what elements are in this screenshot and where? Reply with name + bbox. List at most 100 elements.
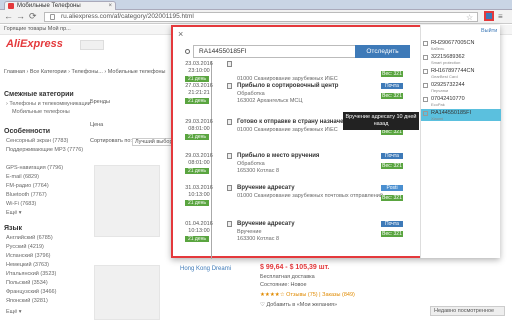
saved-tracks-panel: Выйти RH290677005CN Кабель 32215689362 Smar… (420, 25, 501, 258)
event-date: 27.03.2016 (185, 83, 213, 89)
event-days-badge: 21 день (185, 168, 209, 174)
track-number-input[interactable]: RA144550185FI (193, 45, 358, 58)
parcel-icon (423, 69, 428, 74)
feature-filter[interactable]: Wi-Fi (7683) (6, 201, 36, 207)
feature-filter[interactable]: FM-радио (7764) (6, 183, 49, 189)
back-icon[interactable]: ← (4, 12, 13, 21)
url-text: ru.aliexpress.com/af/category/202001195.… (61, 13, 194, 20)
browser-tabstrip: Мобильные Телефоны × (0, 0, 512, 10)
language-filter[interactable]: Французский (3466) (6, 289, 56, 295)
event-location: 165300 Котлас 8 (237, 168, 280, 174)
language-filter[interactable]: Немецкий (3763) (6, 262, 49, 268)
event-location: 01000 Сканирование зарубежных И\ЕС (237, 76, 338, 82)
event-date: 29.03.2016 (185, 153, 213, 159)
breadcrumb: Главная › Все Категории › Телефоны... › … (4, 69, 166, 75)
tracking-event: 27.03.2016 21:21:21 21 день Прибыло в сорти… (181, 83, 403, 113)
parcel-icon (227, 221, 232, 227)
language-filter[interactable]: Японский (3281) (6, 298, 48, 304)
parcel-icon (423, 97, 428, 102)
category-link[interactable]: Мобильные телефоны (12, 109, 70, 115)
event-time: 10:13:00 (188, 228, 210, 234)
aliexpress-logo[interactable]: AliExpress (6, 38, 63, 50)
language-filter[interactable]: Итальянский (3523) (6, 271, 56, 277)
language-heading: Язык (4, 225, 22, 232)
language-more-link[interactable]: Ещё ▾ (6, 309, 22, 315)
saved-track-item[interactable]: 07042410770 EcoPak (421, 95, 501, 107)
store-link[interactable]: Hong Kong Dreami (180, 266, 231, 272)
track-caption: Smart protection (431, 60, 461, 65)
wishlist-link[interactable]: ♡ Добавить в «Мои желания» (260, 302, 337, 308)
browser-tab[interactable]: Мобильные Телефоны × (4, 1, 116, 10)
event-location: 163002 Архангельск МСЦ (237, 98, 303, 104)
track-caption: Кабель (431, 46, 445, 51)
forward-icon[interactable]: → (16, 12, 25, 21)
track-button[interactable]: Отследить (355, 45, 410, 58)
related-categories-heading: Смежные категории (4, 91, 74, 98)
parcel-icon (227, 61, 232, 67)
feature-filter[interactable]: Bluetooth (7767) (6, 192, 47, 198)
category-link[interactable]: › Телефоны и телекоммуникации (6, 101, 91, 107)
event-title: Прибыло в место вручения (237, 153, 320, 159)
weight-badge: Вес: 321 гр. (381, 71, 403, 83)
bookmark-star-icon[interactable]: ☆ (466, 13, 473, 22)
weight-badge: Вес: 321 гр. (381, 231, 403, 243)
saved-track-item[interactable]: RH290677005CN Кабель (421, 39, 501, 51)
weight-badge: Вес: 321 гр. (381, 163, 403, 175)
event-date: 31.03.2016 (185, 185, 213, 191)
close-icon[interactable]: × (178, 29, 183, 39)
language-filter[interactable]: Английский (6785) (6, 235, 53, 241)
search-icon (185, 49, 190, 54)
language-filter[interactable]: Русский (4219) (6, 244, 44, 250)
tab-title: Мобильные Телефоны (17, 3, 81, 9)
reload-icon[interactable]: ⟳ (29, 12, 37, 21)
product-image[interactable] (94, 165, 160, 237)
tab-close-icon[interactable]: × (108, 2, 112, 10)
saved-track-item[interactable]: RA144550185FI Xiaomi (421, 109, 501, 121)
event-time: 21:21:21 (188, 90, 210, 96)
weight-badge: Вес: 321 гр. (381, 195, 403, 207)
saved-track-item[interactable]: 32215689362 Smart protection (421, 53, 501, 65)
event-title: Готово к отправке в страну назначения (237, 119, 355, 125)
feature-filter[interactable]: Сенсорный экран (7783) (6, 138, 68, 144)
event-title: Прибыло в сортировочный центр (237, 83, 339, 89)
carrier-tag: Почта России (381, 153, 403, 165)
feature-filter[interactable]: GPS-навигация (7796) (6, 165, 63, 171)
product-info-row: Hong Kong Dreami $ 99,64 - $ 105,39 шт. … (180, 262, 440, 320)
feature-filter[interactable]: E-mail (6829) (6, 174, 39, 180)
carrier-tag: Почта России (381, 221, 403, 233)
logout-link[interactable]: Выйти (421, 25, 501, 37)
feature-more-link[interactable]: Ещё ▾ (6, 210, 22, 216)
language-filter[interactable]: Испанский (3796) (6, 253, 51, 259)
page-info-icon[interactable] (50, 14, 55, 20)
event-detail: Обработка (237, 91, 265, 97)
saved-track-item[interactable]: RH167897744CN GearBest Card (421, 67, 501, 79)
feature-filter[interactable]: Поддерживающие MP3 (7776) (6, 147, 83, 153)
track-caption: Xiaomi (431, 116, 444, 121)
track-caption: Перчатки (431, 88, 449, 93)
parcel-icon (423, 55, 428, 60)
sort-select[interactable]: Лучший выбор (132, 138, 176, 146)
tracking-event: 31.03.2016 10:13:00 21 день Вручение адреса… (181, 185, 403, 215)
event-detail: 01000 Сканирование зарубежных И\ЕС (237, 127, 338, 133)
tracking-event: 01.04.2016 10:13:00 21 день Вручение адреса… (181, 221, 403, 251)
tracker-extension-icon[interactable] (484, 11, 494, 21)
language-filter[interactable]: Польский (3534) (6, 280, 48, 286)
saved-track-item[interactable]: 02925732244 Перчатки (421, 81, 501, 93)
product-image[interactable] (94, 265, 160, 320)
shipping-text: Бесплатная доставка (260, 274, 315, 280)
event-days-badge: 21 день (185, 98, 209, 104)
rating-stars[interactable]: ★★★★☆ Отзывы (75) | Заказы (849) (260, 292, 355, 298)
weight-badge: Вес: 321 гр. (381, 93, 403, 105)
event-days-badge: 21 день (185, 200, 209, 206)
event-days-badge: 21 день (185, 236, 209, 242)
event-detail: Вручение (237, 229, 262, 235)
recently-viewed-bar[interactable]: Недавно посмотренное (430, 306, 505, 316)
track-caption: GearBest Card (431, 74, 458, 79)
event-date: 23.03.2016 (185, 61, 213, 67)
categories-menu-button[interactable] (80, 40, 104, 50)
address-bar[interactable]: ru.aliexpress.com/af/category/202001195.… (44, 12, 478, 22)
aliexpress-favicon-icon (8, 3, 14, 9)
event-days-badge: 21 день (185, 76, 209, 82)
browser-menu-icon[interactable]: ≡ (498, 13, 506, 21)
sort-label: Сортировать по: (90, 138, 132, 144)
